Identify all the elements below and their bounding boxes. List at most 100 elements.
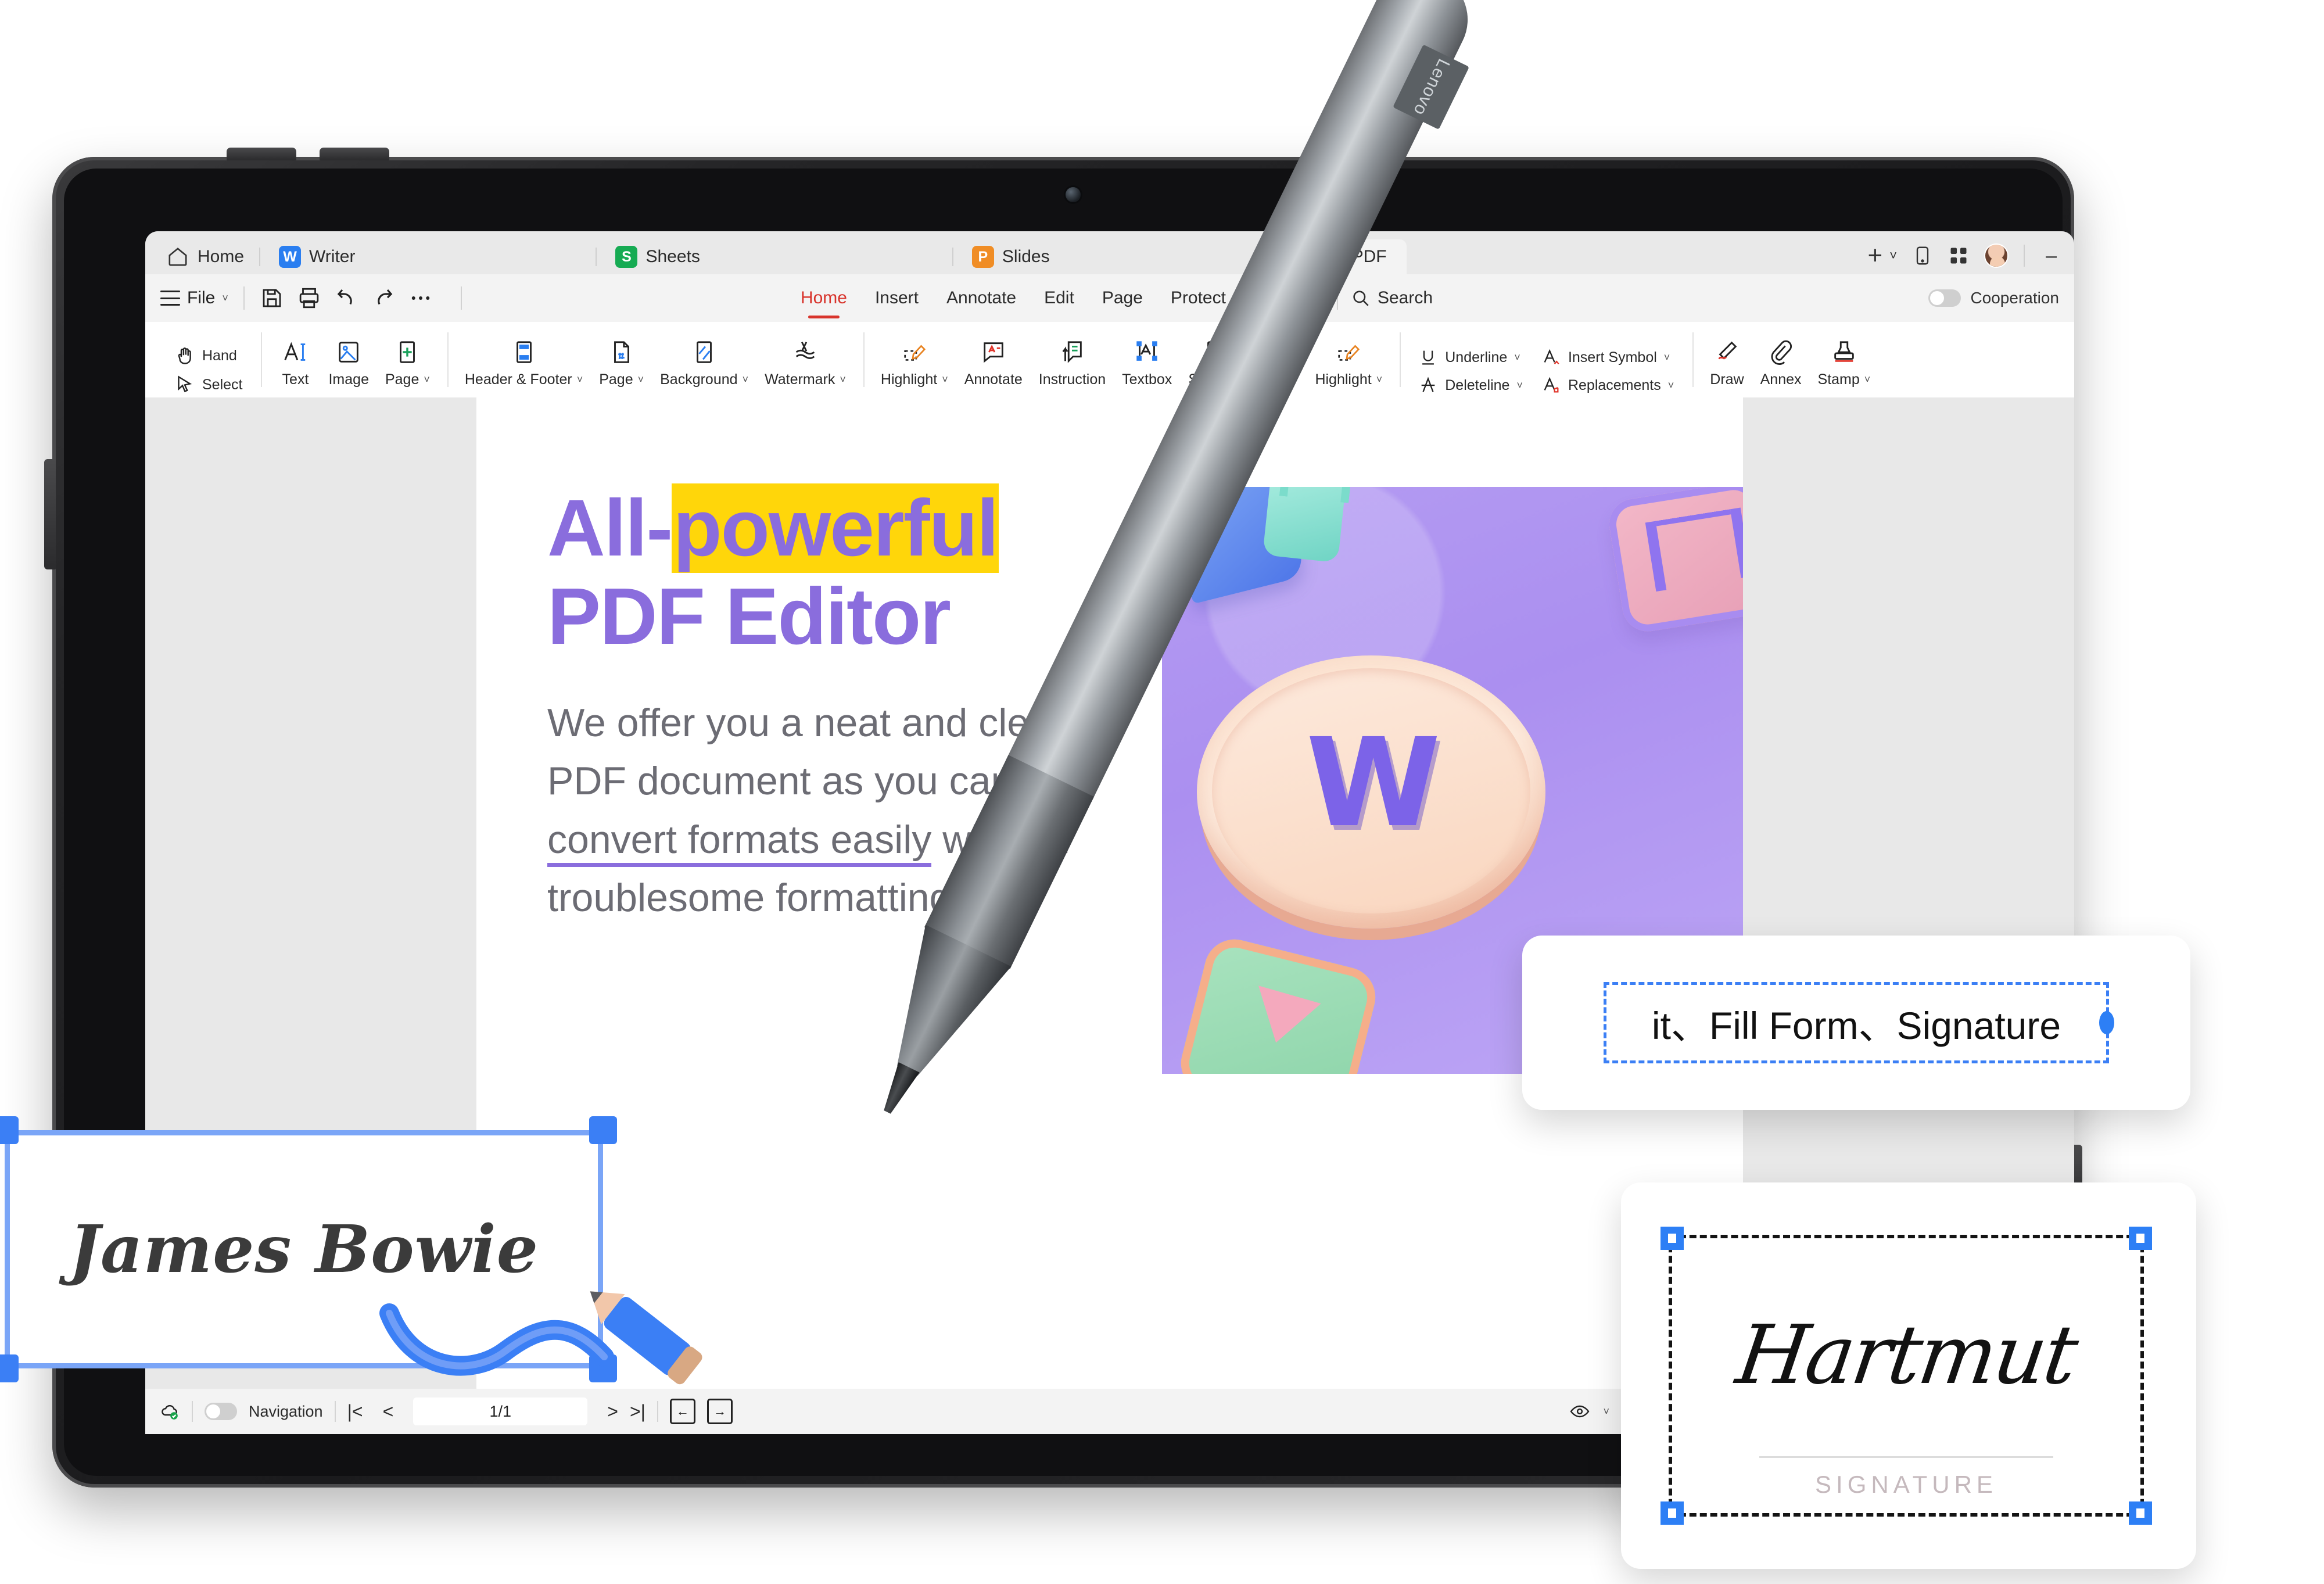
more-icon[interactable]	[408, 286, 433, 310]
ribbon-tab-protect[interactable]: Protect	[1157, 288, 1240, 308]
chevron-down-icon: ˅	[1663, 351, 1670, 363]
ribbon-item-page-number[interactable]: Page ˅	[591, 336, 652, 397]
ribbon-tab-home[interactable]: Home	[787, 288, 861, 308]
ribbon-item-draw[interactable]: Draw	[1702, 336, 1752, 397]
resize-handle-top-right[interactable]	[589, 1116, 617, 1144]
resize-handle-bottom-left[interactable]	[0, 1354, 19, 1382]
ribbon-item-highlight[interactable]: Highlight ˅	[873, 336, 956, 397]
ribbon-toolbar: Hand Select Text Image Page ˅ Header & F…	[145, 322, 2074, 397]
fill-form-field[interactable]: it、Fill Form、Signature	[1604, 982, 2114, 1063]
tab-slides[interactable]: P Slides	[952, 239, 1070, 274]
ribbon-group-insert: Text Image Page ˅	[261, 322, 447, 397]
ribbon-item-highlight-2[interactable]: Highlight ˅	[1307, 336, 1390, 397]
ribbon-item-insert-symbol[interactable]: Insert Symbol ˅	[1541, 347, 1674, 367]
ribbon-item-deleteline[interactable]: Deleteline ˅	[1418, 375, 1523, 395]
chevron-down-icon: ˅	[1514, 351, 1520, 363]
ribbon-item-page-add[interactable]: Page ˅	[377, 336, 438, 397]
resize-handle-top-left[interactable]	[0, 1116, 19, 1144]
chevron-down-icon: ˅	[840, 374, 846, 385]
ribbon-item-stamp[interactable]: Stamp ˅	[1810, 336, 1879, 397]
ribbon-item-hand[interactable]: Hand	[174, 345, 242, 366]
fill-form-card[interactable]: it、Fill Form、Signature	[1522, 936, 2190, 1110]
search-icon	[1353, 291, 1369, 306]
ribbon-group-layout: Header & Footer ˅ Page ˅ Background ˅ Wa…	[447, 322, 863, 397]
file-menu-button[interactable]: File ˅	[160, 288, 228, 308]
navigation-toggle[interactable]	[205, 1403, 237, 1420]
redo-icon[interactable]	[371, 286, 396, 310]
field-anchor-handle[interactable]	[2099, 1011, 2114, 1034]
ribbon-item-underline[interactable]: Underline ˅	[1418, 347, 1523, 367]
tab-home[interactable]: Home	[153, 239, 259, 274]
tabbar-actions: + ˅ –	[1868, 243, 2066, 274]
ribbon-tab-page[interactable]: Page	[1088, 288, 1157, 308]
ribbon-item-background[interactable]: Background ˅	[652, 336, 756, 397]
signature-selection-frame[interactable]: Hartmut SIGNATURE	[1660, 1227, 2152, 1525]
ribbon-item-select[interactable]: Select	[174, 374, 242, 395]
eye-icon[interactable]	[1569, 1401, 1590, 1422]
hartmut-signature-card[interactable]: Hartmut SIGNATURE	[1621, 1182, 2196, 1569]
tab-writer[interactable]: W Writer	[259, 239, 375, 274]
ribbon-item-annex[interactable]: Annex	[1752, 336, 1810, 397]
search-button[interactable]: Search	[1351, 288, 1433, 308]
first-page-button[interactable]: |<	[347, 1401, 363, 1422]
ribbon-item-label: Text	[282, 371, 309, 388]
ribbon-item-label: Instruction	[1038, 371, 1106, 388]
chevron-down-icon[interactable]: ˅	[1603, 1406, 1609, 1418]
highlight-marker-icon	[1335, 336, 1362, 368]
image-insert-icon	[335, 336, 362, 368]
tab-label: Home	[198, 247, 245, 266]
tab-pdf[interactable]: P PDF	[1301, 239, 1407, 274]
ribbon-item-text[interactable]: Text	[270, 336, 320, 397]
new-tab-button[interactable]: + ˅	[1868, 243, 1898, 268]
ribbon-tab-insert[interactable]: Insert	[861, 288, 933, 308]
ribbon-item-label: Stamp ˅	[1817, 371, 1871, 388]
ribbon-item-watermark[interactable]: Watermark ˅	[756, 336, 854, 397]
search-label: Search	[1377, 288, 1433, 307]
undo-icon[interactable]	[334, 286, 358, 310]
paragraph-line-2: PDF document as you can	[547, 759, 1013, 804]
ribbon-item-label: Highlight ˅	[1315, 371, 1383, 388]
heading-highlight: powerful	[672, 483, 999, 573]
pencil-doodle-illustration	[379, 1291, 702, 1385]
heading-prefix: All-	[547, 483, 673, 573]
print-icon[interactable]	[297, 286, 321, 310]
ribbon-group-draw: Draw Annex Stamp ˅	[1692, 322, 1888, 397]
tab-label: Writer	[309, 247, 356, 266]
ribbon-item-textbox[interactable]: Textbox	[1114, 336, 1180, 397]
file-menu-label: File	[187, 288, 216, 307]
toggle-switch[interactable]	[1928, 289, 1961, 307]
chevron-down-icon: ˅	[576, 374, 583, 385]
apps-grid-icon[interactable]	[1948, 245, 1969, 266]
phone-icon[interactable]	[1912, 245, 1933, 266]
cooperation-label: Cooperation	[1970, 289, 2059, 307]
ribbon-item-image[interactable]: Image	[320, 336, 376, 397]
signature-caption: SIGNATURE	[1815, 1471, 1997, 1498]
tab-sheets[interactable]: S Sheets	[596, 239, 719, 274]
chevron-down-icon: ˅	[637, 374, 644, 385]
save-icon[interactable]	[260, 286, 284, 310]
minimize-button[interactable]: –	[2040, 246, 2063, 266]
resize-handle-bottom-right[interactable]	[2129, 1501, 2152, 1525]
ribbon-item-note[interactable]: Note ˅	[1249, 336, 1307, 397]
ribbon-item-instruction[interactable]: Instruction	[1031, 336, 1114, 397]
resize-handle-top-right[interactable]	[2129, 1227, 2152, 1250]
ribbon-tab-convert[interactable]: Convert	[1240, 288, 1329, 308]
ribbon-tab-edit[interactable]: Edit	[1030, 288, 1088, 308]
teal-shape	[1263, 487, 1346, 563]
ribbon-item-annotate[interactable]: Annotate	[956, 336, 1031, 397]
ribbon-item-header-footer[interactable]: Header & Footer ˅	[457, 336, 591, 397]
resize-handle-top-left[interactable]	[1660, 1227, 1684, 1250]
insert-symbol-icon	[1544, 349, 1559, 365]
ribbon-item-replacements[interactable]: Replacements ˅	[1541, 375, 1674, 395]
plus-icon: +	[1867, 241, 1883, 270]
tools-stack: Hand Select	[165, 345, 252, 397]
ribbon-item-shape[interactable]: Shape ˅	[1180, 336, 1249, 397]
cooperation-toggle[interactable]: Cooperation	[1928, 289, 2059, 307]
user-avatar[interactable]	[1984, 243, 2009, 268]
tab-label: PDF	[1351, 247, 1387, 266]
ribbon-tab-annotate[interactable]: Annotate	[933, 288, 1030, 308]
cloud-sync-ok-icon[interactable]	[159, 1401, 180, 1422]
cursor-arrow-icon	[178, 375, 192, 393]
resize-handle-bottom-left[interactable]	[1660, 1501, 1684, 1525]
chevron-down-icon: ˅	[742, 374, 749, 385]
